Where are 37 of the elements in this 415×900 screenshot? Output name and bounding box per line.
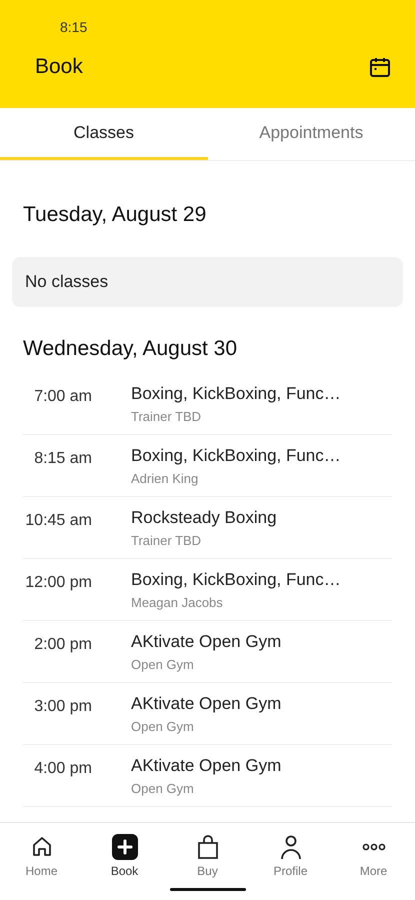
class-time: 12:00 pm — [24, 573, 92, 593]
person-icon[interactable] — [278, 833, 302, 860]
page-title: Book — [35, 55, 83, 79]
class-name[interactable]: AKtivate Open Gym — [131, 632, 282, 652]
class-time: 8:15 am — [33, 449, 92, 469]
class-name[interactable]: AKtivate Open Gym — [131, 756, 282, 776]
plus-square-icon[interactable] — [112, 833, 138, 860]
instructor-name: Meagan Jacobs — [131, 595, 224, 610]
tab[interactable]: Appointments — [208, 108, 415, 160]
date-heading: Wednesday, August 30 — [22, 336, 238, 361]
instructor-name: Trainer TBD — [131, 533, 202, 548]
date-heading: Tuesday, August 29 — [22, 202, 208, 227]
nav-label[interactable]: Profile — [273, 864, 308, 878]
tab[interactable]: Classes — [0, 108, 208, 160]
class-name[interactable]: Boxing, KickBoxing, Func… — [131, 384, 341, 404]
class-time: 2:00 pm — [33, 635, 92, 655]
class-name[interactable]: Boxing, KickBoxing, Func… — [131, 446, 341, 466]
class-name[interactable]: AKtivate Open Gym — [131, 694, 282, 714]
status-time: 8:15 — [60, 19, 88, 35]
nav-label[interactable]: Home — [25, 864, 58, 878]
class-time: 10:45 am — [24, 511, 92, 531]
empty-message: No classes — [12, 257, 403, 307]
nav-label[interactable]: More — [360, 864, 388, 878]
instructor-name: Open Gym — [131, 719, 195, 734]
calendar-icon[interactable] — [368, 55, 392, 79]
class-time: 3:00 pm — [33, 697, 92, 717]
instructor-name: Trainer TBD — [131, 409, 202, 424]
class-name[interactable]: Boxing, KickBoxing, Func… — [131, 570, 341, 590]
instructor-name: Open Gym — [131, 657, 195, 672]
class-time: 4:00 pm — [33, 759, 92, 779]
bag-icon[interactable] — [196, 833, 220, 860]
instructor-name: Adrien King — [131, 471, 200, 486]
instructor-name: Open Gym — [131, 781, 195, 796]
nav-label[interactable]: Book — [110, 864, 138, 878]
class-name[interactable]: Rocksteady Boxing — [131, 508, 277, 528]
nav-label[interactable]: Buy — [197, 864, 218, 878]
class-time: 7:00 am — [33, 387, 92, 407]
